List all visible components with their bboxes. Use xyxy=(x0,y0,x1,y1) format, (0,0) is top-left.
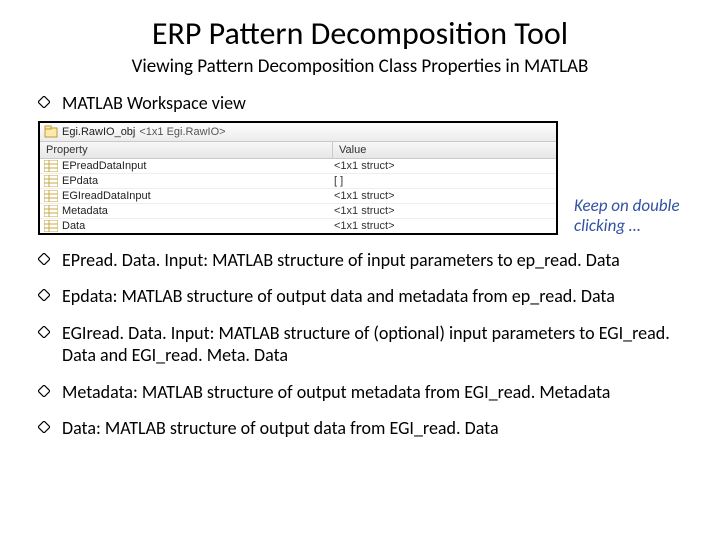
workspace-heading-text: MATLAB Workspace view xyxy=(62,92,690,115)
prop-name: EPreadDataInput xyxy=(62,160,146,172)
diamond-bullet-icon xyxy=(38,253,52,265)
definition-text: EGIread. Data. Input: MATLAB structure o… xyxy=(62,322,690,367)
prop-value: <1x1 struct> xyxy=(328,219,556,233)
definition-text: Data: MATLAB structure of output data fr… xyxy=(62,417,690,440)
list-item: Metadata: MATLAB structure of output met… xyxy=(38,381,690,404)
table-row[interactable]: EPreadDataInput <1x1 struct> xyxy=(40,159,556,174)
struct-icon xyxy=(44,160,58,172)
prop-name: EGIreadDataInput xyxy=(62,190,151,202)
table-row[interactable]: Data <1x1 struct> xyxy=(40,219,556,233)
definitions-list: EPread. Data. Input: MATLAB structure of… xyxy=(30,249,690,440)
list-item: EPread. Data. Input: MATLAB structure of… xyxy=(38,249,690,272)
diamond-bullet-icon xyxy=(38,96,52,108)
struct-icon xyxy=(44,175,58,187)
matlab-workspace-panel: Egi.RawIO_obj <1x1 Egi.RawIO> Property V… xyxy=(38,121,558,235)
list-item: Data: MATLAB structure of output data fr… xyxy=(38,417,690,440)
diamond-bullet-icon xyxy=(38,289,52,301)
definition-text: Metadata: MATLAB structure of output met… xyxy=(62,381,690,404)
column-header-value[interactable]: Value xyxy=(333,142,556,158)
object-name: Egi.RawIO_obj xyxy=(62,126,135,138)
annotation-note: Keep on double clicking … xyxy=(574,196,700,235)
diamond-bullet-icon xyxy=(38,326,52,338)
list-item: Epdata: MATLAB structure of output data … xyxy=(38,285,690,308)
workspace-header: Egi.RawIO_obj <1x1 Egi.RawIO> xyxy=(40,123,556,142)
workspace-rows: EPreadDataInput <1x1 struct> EPdata [ ] xyxy=(40,159,556,233)
prop-name: Metadata xyxy=(62,205,108,217)
column-header-property[interactable]: Property xyxy=(40,142,333,158)
page-subtitle: Viewing Pattern Decomposition Class Prop… xyxy=(30,55,690,78)
diamond-bullet-icon xyxy=(38,421,52,433)
prop-value: <1x1 struct> xyxy=(328,204,556,218)
page-title: ERP Pattern Decomposition Tool xyxy=(30,14,690,53)
definition-text: Epdata: MATLAB structure of output data … xyxy=(62,285,690,308)
struct-icon xyxy=(44,190,58,202)
object-class: <1x1 Egi.RawIO> xyxy=(139,126,225,138)
list-item: EGIread. Data. Input: MATLAB structure o… xyxy=(38,322,690,367)
workspace-heading-row: MATLAB Workspace view xyxy=(38,92,690,115)
diamond-bullet-icon xyxy=(38,385,52,397)
table-row[interactable]: EPdata [ ] xyxy=(40,174,556,189)
definition-text: EPread. Data. Input: MATLAB structure of… xyxy=(62,249,690,272)
table-row[interactable]: Metadata <1x1 struct> xyxy=(40,204,556,219)
prop-name: Data xyxy=(62,220,85,232)
struct-icon xyxy=(44,220,58,232)
prop-value: <1x1 struct> xyxy=(328,189,556,203)
prop-name: EPdata xyxy=(62,175,98,187)
workspace-columns: Property Value xyxy=(40,142,556,159)
object-icon xyxy=(44,125,58,139)
struct-icon xyxy=(44,205,58,217)
table-row[interactable]: EGIreadDataInput <1x1 struct> xyxy=(40,189,556,204)
prop-value: <1x1 struct> xyxy=(328,159,556,173)
prop-value: [ ] xyxy=(328,174,556,188)
